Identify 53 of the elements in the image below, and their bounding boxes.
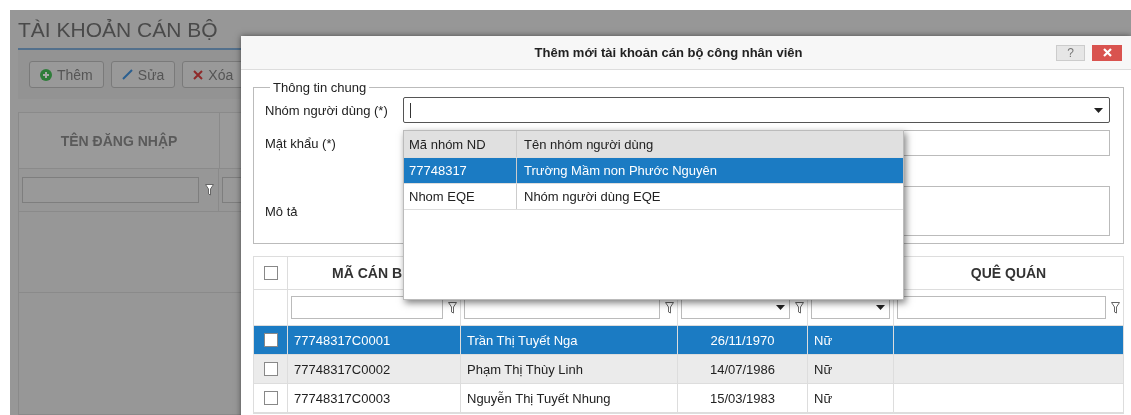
field-label: Mô tả — [265, 202, 299, 221]
checkbox[interactable] — [263, 266, 278, 280]
caret-icon — [776, 305, 785, 310]
table-cell: Nguyễn Thị Tuyết Nhung — [467, 390, 611, 406]
plus-icon — [40, 68, 52, 81]
dropdown-field[interactable] — [403, 97, 1110, 123]
checkbox[interactable] — [263, 333, 278, 347]
table-row[interactable]: 77748317C0001 Trần Thị Tuyết Nga 26/11/1970 Nữ — [254, 326, 1123, 355]
list-cell: 77748317 — [409, 163, 467, 178]
table-cell: Trần Thị Tuyết Nga — [467, 332, 578, 348]
column-header: TÊN ĐĂNG NHẬP — [19, 113, 220, 168]
add-button[interactable]: Thêm — [29, 61, 104, 88]
edit-button[interactable]: Sửa — [110, 61, 176, 88]
filter-field[interactable] — [897, 296, 1106, 319]
table-cell: 14/07/1986 — [709, 361, 776, 377]
list-cell: Nhom EQE — [409, 189, 475, 204]
filter-icon — [1111, 301, 1120, 314]
text-cursor — [410, 102, 411, 118]
caret-icon — [876, 305, 885, 310]
column-header: Tên nhóm người dùng — [524, 136, 654, 152]
list-item[interactable]: Nhom EQE Nhóm người dùng EQE — [404, 184, 903, 210]
list-cell: Trường Mầm non Phước Nguyên — [524, 163, 717, 178]
field-label: Mật khẩu (*) — [265, 134, 337, 153]
dialog-title: Thêm mới tài khoản cán bộ công nhân viên — [533, 45, 804, 60]
table-cell: 77748317C0003 — [294, 390, 391, 406]
table-cell: Nữ — [814, 361, 833, 377]
pencil-icon — [121, 69, 133, 80]
filter-icon — [665, 301, 674, 314]
group-title: Thông tin chung — [272, 80, 368, 95]
column-header: Mã nhóm ND — [409, 136, 486, 152]
table-cell: Nữ — [814, 390, 833, 406]
column-header: QUÊ QUÁN — [969, 263, 1048, 283]
table-row[interactable]: 77748317C0002 Phạm Thị Thùy Linh 14/07/1986 Nữ — [254, 355, 1123, 384]
filter-icon — [448, 301, 457, 314]
table-cell: 15/03/1983 — [709, 390, 776, 406]
checkbox[interactable] — [263, 362, 278, 376]
close-button[interactable] — [1092, 44, 1122, 61]
table-cell: Nữ — [814, 332, 833, 348]
filter-field[interactable] — [22, 177, 199, 203]
table-cell: 77748317C0002 — [294, 361, 391, 377]
table-row[interactable]: 77748317C0003 Nguyễn Thị Tuyết Nhung 15/03/1983 Nữ — [254, 384, 1123, 413]
close-icon — [193, 69, 204, 80]
close-icon — [1102, 48, 1112, 57]
field-label: Nhóm người dùng (*) — [265, 101, 389, 120]
list-cell: Nhóm người dùng EQE — [524, 189, 661, 204]
table-cell: 26/11/1970 — [710, 332, 775, 348]
list-item[interactable]: 77748317 Trường Mầm non Phước Nguyên — [404, 158, 903, 184]
filter-icon — [205, 184, 214, 196]
filter-icon — [795, 301, 804, 314]
table-cell: 77748317C0001 — [294, 332, 391, 348]
help-button[interactable]: ? — [1056, 44, 1085, 61]
checkbox[interactable] — [263, 391, 278, 405]
table-cell: Phạm Thị Thùy Linh — [467, 361, 583, 377]
